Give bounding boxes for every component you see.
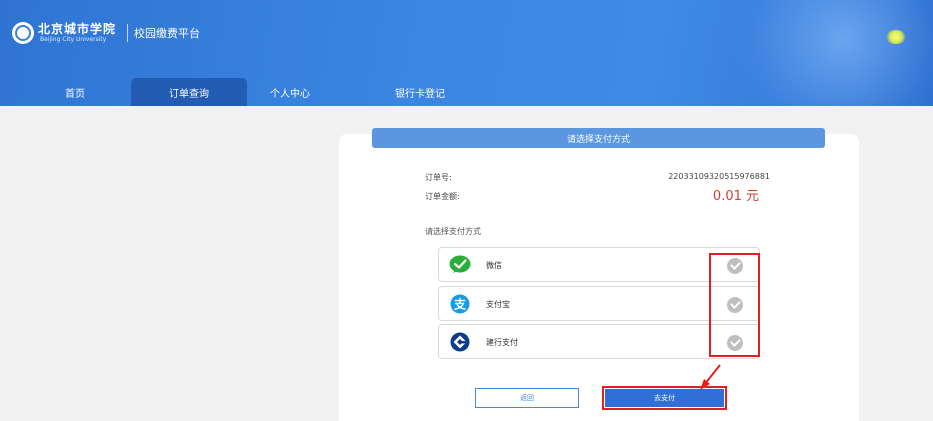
annotation-arrow-icon [700,364,721,390]
back-button[interactable]: 返回 [475,388,579,408]
pay-button[interactable]: 去支付 [605,389,724,407]
